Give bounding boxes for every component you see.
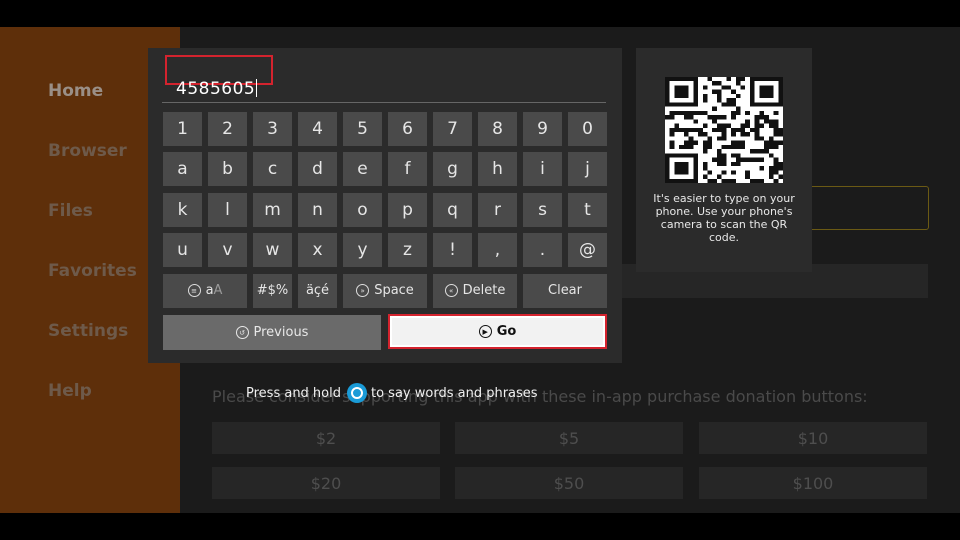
key-18[interactable]: i: [523, 152, 562, 187]
key-25[interactable]: p: [388, 192, 427, 227]
donate-button-20[interactable]: $20: [212, 467, 440, 499]
symbols-key[interactable]: #$%: [253, 273, 292, 308]
key-12[interactable]: c: [253, 152, 292, 187]
donate-button-50[interactable]: $50: [455, 467, 683, 499]
key-0[interactable]: 1: [163, 112, 202, 146]
key-23[interactable]: n: [298, 192, 337, 227]
key-1[interactable]: 2: [208, 112, 247, 146]
previous-label: Previous: [253, 325, 309, 340]
tv-screen: Home Browser Files Favorites Settings He…: [0, 27, 960, 513]
delete-key[interactable]: « Delete: [433, 273, 517, 308]
input-value: 4585605: [176, 79, 258, 99]
sidebar-item-favorites[interactable]: Favorites: [48, 261, 137, 281]
case-label-upper: A: [213, 283, 223, 299]
rewind-icon: «: [444, 284, 458, 298]
sidebar-item-help[interactable]: Help: [48, 381, 92, 401]
go-button[interactable]: ▶ Go: [388, 314, 607, 349]
key-37[interactable]: ,: [478, 233, 517, 268]
key-20[interactable]: k: [163, 192, 202, 227]
key-24[interactable]: o: [343, 192, 382, 227]
key-26[interactable]: q: [433, 192, 472, 227]
play-pause-icon: ▶: [478, 325, 492, 338]
key-3[interactable]: 4: [298, 112, 337, 146]
donate-button-100[interactable]: $100: [699, 467, 927, 499]
hint-text-before: Press and hold: [246, 385, 341, 401]
donate-button-10[interactable]: $10: [699, 422, 927, 454]
key-29[interactable]: t: [568, 192, 607, 227]
sidebar-item-home[interactable]: Home: [48, 81, 103, 101]
key-21[interactable]: l: [208, 192, 247, 227]
voice-hint: Press and hold to say words and phrases: [246, 383, 538, 403]
key-28[interactable]: s: [523, 192, 562, 227]
key-33[interactable]: x: [298, 233, 337, 268]
delete-label: Delete: [462, 283, 506, 299]
key-2[interactable]: 3: [253, 112, 292, 146]
back-icon: ↺: [235, 326, 249, 339]
clear-label: Clear: [548, 283, 582, 299]
key-16[interactable]: g: [433, 152, 472, 187]
symbols-label: #$%: [256, 283, 289, 299]
menu-icon: ≡: [187, 284, 201, 298]
previous-button[interactable]: ↺ Previous: [163, 315, 381, 350]
onscreen-keyboard: 4585605 1234567890abcdefghijklmnopqrstuv…: [148, 48, 622, 363]
text-caret: [256, 79, 258, 97]
key-17[interactable]: h: [478, 152, 517, 187]
key-36[interactable]: !: [433, 233, 472, 268]
donate-button-2[interactable]: $2: [212, 422, 440, 454]
key-32[interactable]: w: [253, 233, 292, 268]
microphone-icon: [347, 383, 367, 403]
key-7[interactable]: 8: [478, 112, 517, 146]
key-grid: 1 2 3 4 5 6 7 8 9 0 a b c d e f g h i j k l m n o p q r s t u v w x y z!,. @…: [163, 112, 607, 308]
key-38[interactable]: .: [523, 233, 562, 268]
key-31[interactable]: v: [208, 233, 247, 268]
key-27[interactable]: r: [478, 192, 517, 227]
qr-caption: It's easier to type on your phone. Use y…: [653, 192, 795, 244]
key-4[interactable]: 5: [343, 112, 382, 146]
hint-text-after: to say words and phrases: [371, 385, 538, 401]
key-10[interactable]: a: [163, 152, 202, 187]
case-label-lower: a: [205, 283, 214, 299]
key-22[interactable]: m: [253, 192, 292, 227]
accents-label: äçé: [305, 283, 330, 299]
key-30[interactable]: u: [163, 233, 202, 268]
clear-key[interactable]: Clear: [523, 273, 607, 308]
key-15[interactable]: f: [388, 152, 427, 187]
fast-forward-icon: »: [356, 284, 370, 298]
key-6[interactable]: 7: [433, 112, 472, 146]
space-label: Space: [374, 283, 414, 299]
sidebar-item-settings[interactable]: Settings: [48, 321, 128, 341]
key-9[interactable]: 0: [568, 112, 607, 146]
key-39[interactable]: @: [568, 233, 607, 268]
sidebar-item-files[interactable]: Files: [48, 201, 93, 221]
key-14[interactable]: e: [343, 152, 382, 187]
key-13[interactable]: d: [298, 152, 337, 187]
sidebar-item-browser[interactable]: Browser: [48, 141, 127, 161]
key-34[interactable]: y: [343, 233, 382, 268]
qr-code-image: [665, 77, 783, 183]
key-5[interactable]: 6: [388, 112, 427, 146]
go-label: Go: [496, 324, 517, 339]
key-11[interactable]: b: [208, 152, 247, 187]
accents-key[interactable]: äçé: [298, 273, 337, 308]
space-key[interactable]: » Space: [343, 273, 427, 308]
qr-panel: It's easier to type on your phone. Use y…: [636, 48, 812, 272]
text-input-field[interactable]: 4585605: [162, 55, 606, 103]
key-8[interactable]: 9: [523, 112, 562, 146]
key-19[interactable]: j: [568, 152, 607, 187]
donate-button-5[interactable]: $5: [455, 422, 683, 454]
key-35[interactable]: z: [388, 233, 427, 268]
case-toggle-key[interactable]: ≡ a A: [163, 273, 247, 308]
